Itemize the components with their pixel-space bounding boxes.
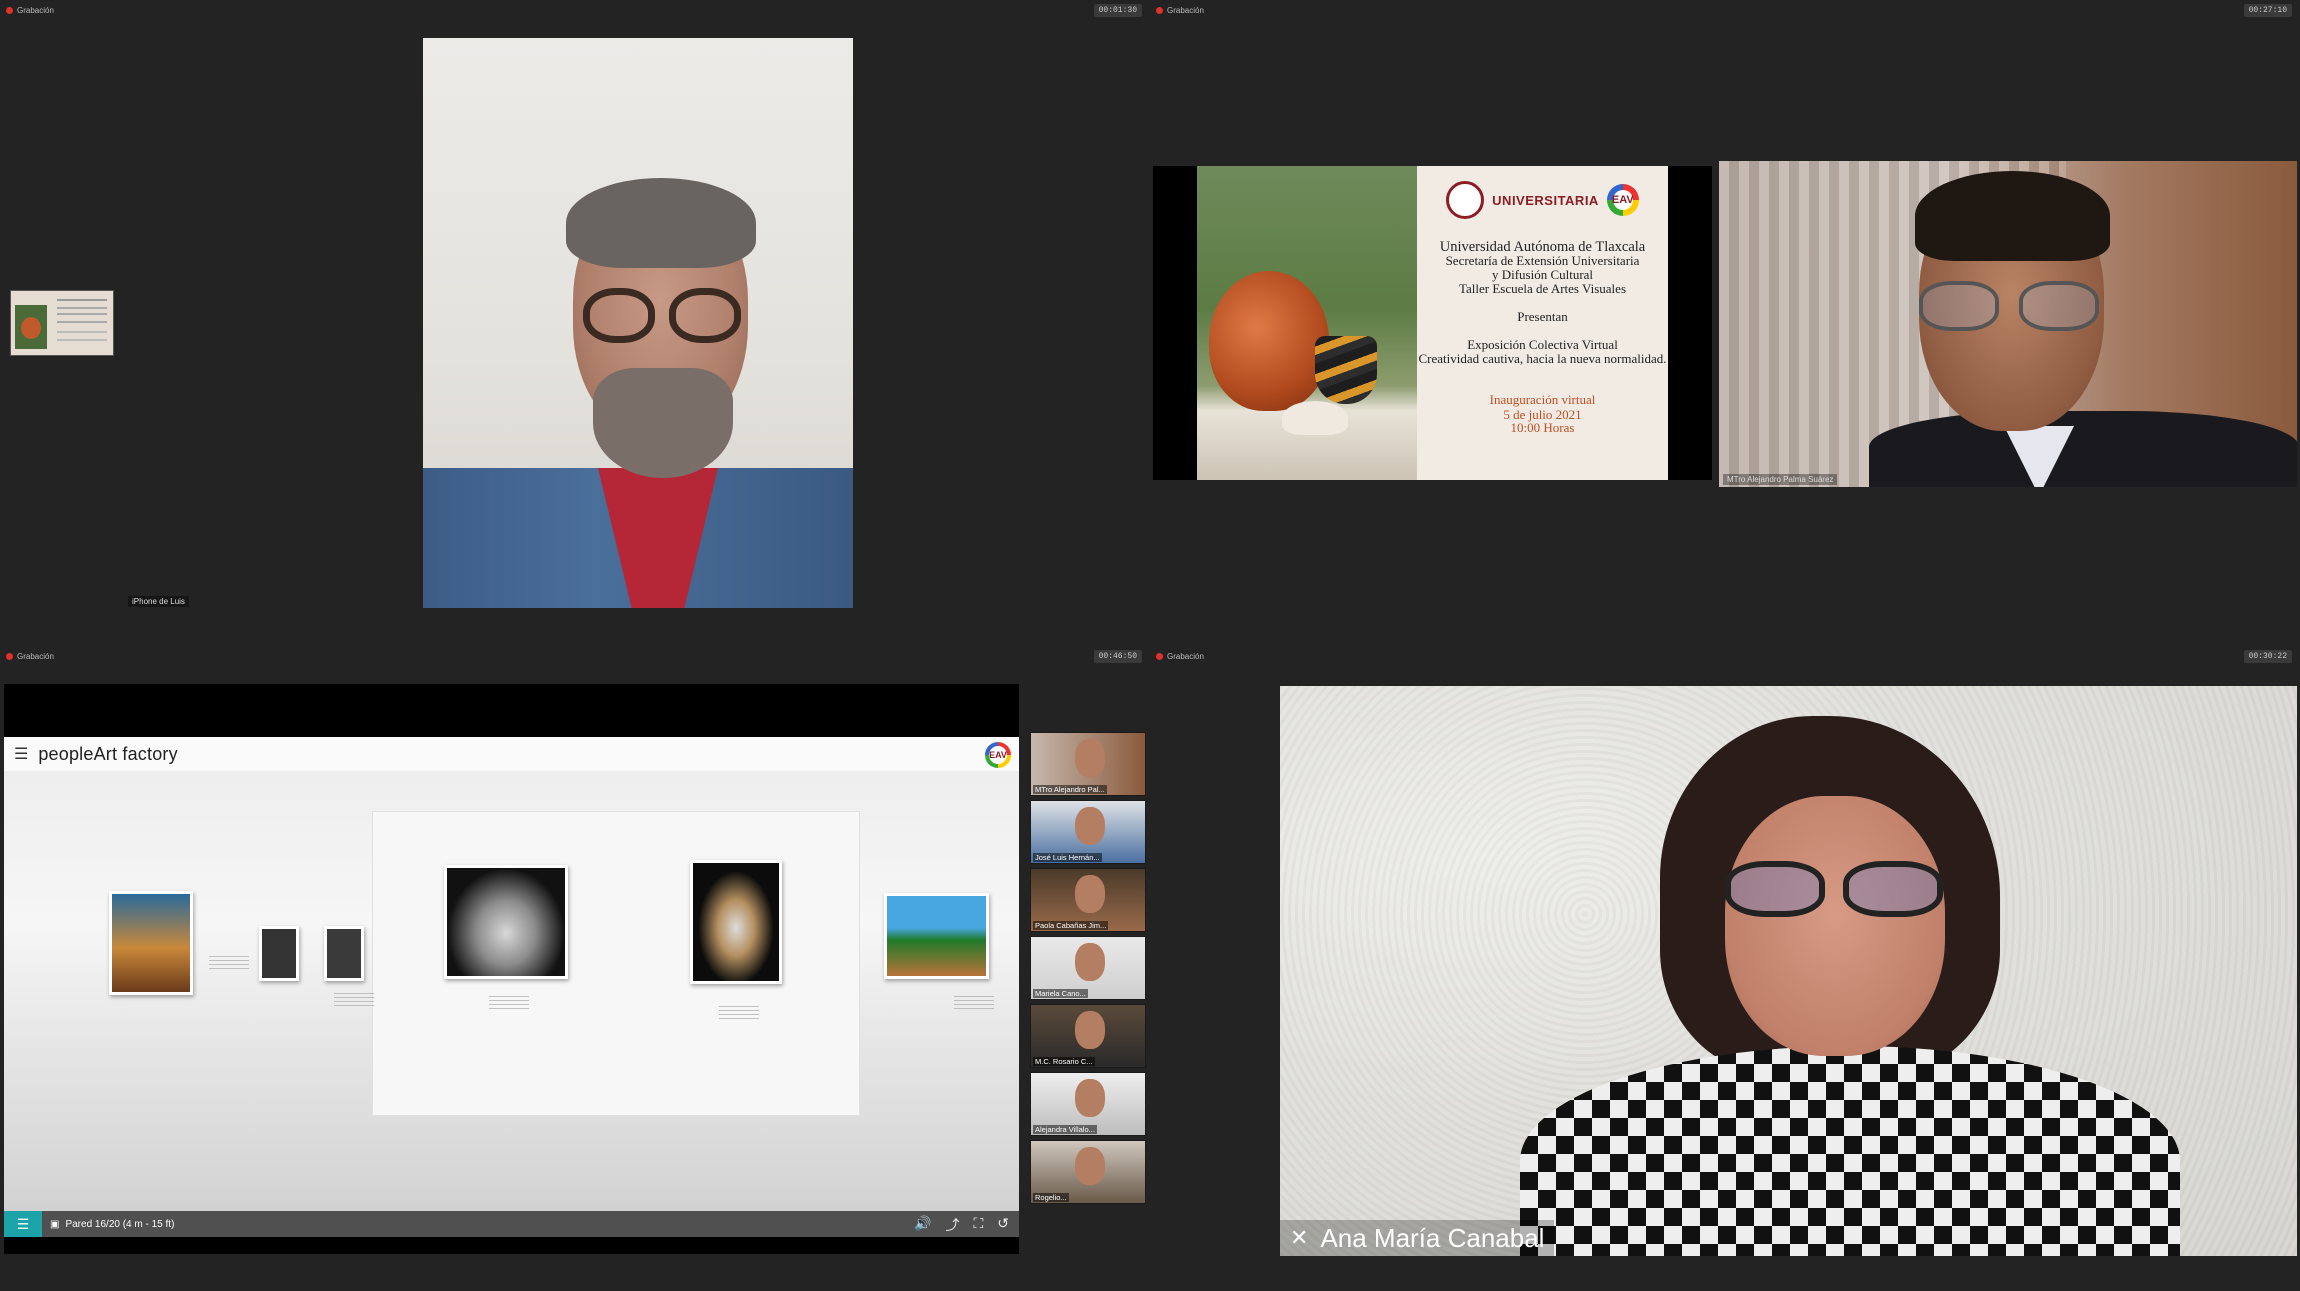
slide-presentan: Presentan [1517,309,1568,324]
glasses-icon [1919,281,2104,331]
participant-tile[interactable]: Mariela Cano... [1030,936,1146,1000]
share-icon[interactable]: ⤴ [945,1215,959,1235]
artwork[interactable] [324,926,364,981]
record-dot-icon [1156,653,1163,660]
slide-university: Universidad Autónoma de Tlaxcala [1439,239,1646,255]
eav-logo-icon: EAV [1606,184,1639,216]
recording-indicator: Grabación [6,6,54,15]
muted-mic-icon: ✕ [1290,1225,1309,1250]
recording-label: Grabación [1167,6,1204,15]
slide-secretaria: Secretaría de Extensión Universitaria [1445,253,1640,268]
recording-label: Grabación [1167,652,1204,661]
participant-tile[interactable]: M.C. Rosario C... [1030,1004,1146,1068]
elapsed-timer: 00:27:10 [2243,4,2292,17]
glasses-icon [1725,861,1945,921]
tour-icon[interactable]: ↺ [997,1215,1009,1235]
speaker-video: MTro Alejandro Palma Suárez [1719,161,2297,487]
recording-indicator: Grabación [1156,652,1204,661]
gallery-toolbar: ☰ ▣ Pared 16/20 (4 m - 15 ft) 🔊 ⤴ ⛶ ↺ [4,1211,1019,1237]
glasses-icon [583,288,743,343]
slide-inauguracion: Inauguración virtual [1489,392,1596,407]
elapsed-timer: 00:30:22 [2243,650,2292,663]
painting-thumb-icon [15,305,47,349]
participant-tile[interactable]: José Luis Hernán... [1030,800,1146,864]
menu-icon[interactable]: ☰ [4,1211,42,1237]
hamburger-menu-icon[interactable]: ☰ [14,744,28,764]
peopleart-header: ☰ peopleArt factory EAV [4,737,1019,771]
recording-label: Grabación [17,652,54,661]
video-quadrant-4: Grabación 00:30:22 ✕ Ana María Canabal [1150,646,2300,1291]
wall-indicator[interactable]: ▣ Pared 16/20 (4 m - 15 ft) [50,1219,174,1230]
university-wordmark: UNIVERSITARIA [1492,192,1599,208]
participant-tile[interactable]: Paola Cabañas Jim... [1030,868,1146,932]
record-dot-icon [1156,7,1163,14]
record-dot-icon [6,7,13,14]
virtual-gallery-room[interactable] [4,771,1019,1211]
slide-taller: Taller Escuela de Artes Visuales [1458,281,1626,296]
artwork[interactable] [109,891,193,995]
slide-hora: 10:00 Horas [1510,420,1575,435]
shared-slide-thumbnail[interactable] [10,290,114,356]
record-dot-icon [6,653,13,660]
app-title: peopleArt factory [38,743,178,764]
slide-difusion: y Difusión Cultural [1491,267,1594,282]
participant-name-tag: MTro Alejandro Palma Suárez [1723,474,1838,485]
screen-share: ☰ peopleArt factory EAV ☰ ▣ Pared 16/20 … [4,684,1019,1254]
video-quadrant-2: Grabación 00:27:10 UNIVERSITARIA EAV Uni… [1150,0,2300,645]
artwork[interactable] [690,860,782,984]
artwork[interactable] [444,865,568,979]
active-speaker-name: ✕ Ana María Canabal [1280,1220,1555,1256]
slide-logos: UNIVERSITARIA EAV [1417,178,1668,222]
participant-tile[interactable]: MTro Alejandro Pal... [1030,732,1146,796]
eav-logo-icon: EAV [985,742,1011,768]
participant-name-tag: iPhone de Luis [128,596,189,607]
artwork[interactable] [259,926,299,981]
recording-label: Grabación [17,6,54,15]
recording-indicator: Grabación [6,652,54,661]
university-seal-icon [1446,181,1485,219]
speaker-video [423,38,853,608]
slide-invitation-text: UNIVERSITARIA EAV Universidad Autónoma d… [1417,166,1668,480]
wall-status: Pared 16/20 (4 m - 15 ft) [65,1218,175,1230]
video-quadrant-1: Grabación 00:01:30 iPhone de Luis [0,0,1150,645]
artwork[interactable] [884,893,989,979]
still-life-painting [1197,166,1417,480]
speaker-video: ✕ Ana María Canabal [1280,686,2297,1256]
participant-tile[interactable]: Alejandra Villalo... [1030,1072,1146,1136]
video-quadrant-3: Grabación 00:46:50 ☰ peopleArt factory E… [0,646,1150,1291]
slide-tema: Creatividad cautiva, hacia la nueva norm… [1418,351,1667,366]
shared-slide: UNIVERSITARIA EAV Universidad Autónoma d… [1153,166,1712,480]
slide-exposicion: Exposición Colectiva Virtual [1467,337,1618,352]
speaker-name-label: Ana María Canabal [1320,1222,1545,1253]
elapsed-timer: 00:46:50 [1093,650,1142,663]
fullscreen-icon[interactable]: ⛶ [973,1215,983,1235]
elapsed-timer: 00:01:30 [1093,4,1142,17]
recording-indicator: Grabación [1156,6,1204,15]
map-icon: ▣ [50,1218,60,1230]
volume-icon[interactable]: 🔊 [914,1215,931,1235]
participant-tile[interactable]: Rogelio... [1030,1140,1146,1204]
